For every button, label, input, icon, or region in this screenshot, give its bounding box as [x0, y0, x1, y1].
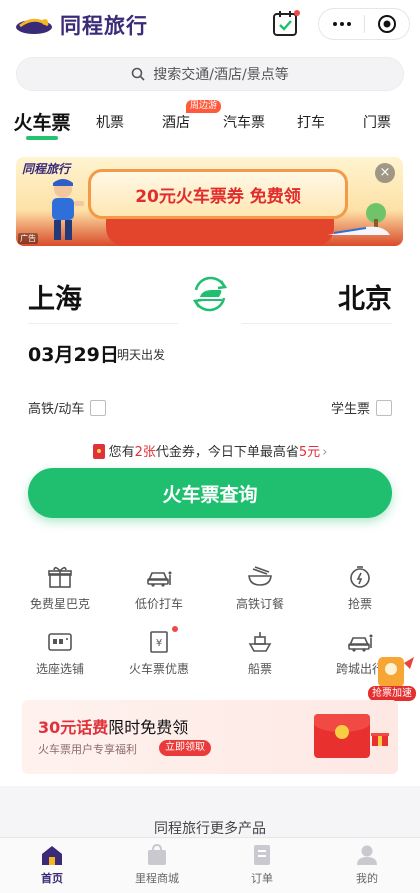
promo-subtitle: 火车票用户专享福利: [38, 743, 137, 756]
nav-label: 里程商城: [135, 872, 179, 885]
service-label: 低价打车: [134, 597, 183, 611]
nav-mileage-mall[interactable]: 里程商城: [117, 844, 197, 886]
option-highspeed[interactable]: 高铁/动车: [28, 398, 107, 417]
target-circle-icon[interactable]: [365, 9, 409, 39]
service-free-starbucks[interactable]: 免费星巴克: [15, 565, 105, 612]
order-list-icon: [254, 845, 270, 865]
more-dots-icon[interactable]: [319, 9, 364, 39]
service-label: 火车票优惠: [128, 662, 189, 676]
departure-date[interactable]: 03月29日: [28, 340, 119, 367]
search-icon: [131, 67, 145, 81]
nav-label: 订单: [251, 872, 273, 885]
chevron-right-icon: ›: [322, 445, 328, 460]
departure-date-note: 明天出发: [117, 348, 166, 362]
gift-box-icon: [48, 566, 72, 588]
departure-station[interactable]: 上海: [28, 277, 82, 316]
nav-orders[interactable]: 订单: [222, 844, 302, 886]
coupon-notice[interactable]: 您有2张代金券，今日下单最高省5元 ›: [0, 441, 420, 460]
option-student[interactable]: 学生票: [331, 398, 392, 417]
promo-title-highlight: 30元话费: [38, 718, 109, 737]
service-train-deals[interactable]: ¥ 火车票优惠: [114, 626, 204, 677]
tab-taxi[interactable]: 打车: [297, 112, 325, 132]
brand-name: 同程旅行: [60, 14, 148, 38]
grab-ticket-boost-label[interactable]: 抢票加速: [368, 686, 416, 701]
service-label: 免费星巴克: [29, 597, 90, 611]
coupon-prefix: 您有: [108, 445, 135, 460]
coupon-count: 2张: [134, 445, 156, 460]
gift-illustration-icon: [371, 733, 389, 746]
red-envelope-illustration: [314, 714, 370, 758]
tab-tickets[interactable]: 门票: [363, 112, 391, 132]
service-train-meal[interactable]: 高铁订餐: [215, 565, 305, 612]
banner-title: 20元火车票券 免费领: [135, 186, 301, 207]
promo-title-rest: 限时免费领: [108, 718, 189, 737]
nav-label: 我的: [356, 872, 378, 885]
brand-logo-mark: [16, 18, 52, 34]
promo-title: 30元话费限时免费领: [38, 714, 188, 738]
banner-mascot-illustration: [52, 179, 84, 240]
student-checkbox[interactable]: [376, 399, 392, 416]
home-icon: [42, 846, 62, 865]
arrival-station[interactable]: 北京: [338, 277, 392, 316]
more-products-title: 同程旅行更多产品: [154, 821, 266, 837]
banner-close-button[interactable]: ×: [375, 163, 395, 183]
bottom-navigation: 首页 里程商城 订单 我的: [0, 837, 420, 893]
svg-text:¥: ¥: [156, 638, 162, 649]
tab-hotel[interactable]: 酒店: [162, 112, 190, 132]
red-envelope-icon: [92, 444, 105, 459]
option-highspeed-label: 高铁/动车: [28, 402, 85, 417]
coupon-text: 代金券，今日下单最高省: [155, 445, 299, 460]
service-label: 高铁订餐: [235, 597, 284, 611]
stopwatch-icon: [350, 566, 370, 588]
service-grab-ticket[interactable]: 抢票: [315, 565, 405, 612]
highspeed-checkbox[interactable]: [90, 399, 107, 416]
nav-label: 首页: [41, 872, 63, 885]
calendar-check-icon[interactable]: [271, 9, 301, 39]
promo-claim-button[interactable]: 立即领取: [159, 740, 211, 756]
new-dot-badge: [172, 626, 178, 632]
coupon-ticket-icon: ¥: [150, 631, 168, 653]
active-tab-indicator: [26, 136, 58, 140]
arrival-underline: [242, 323, 392, 324]
nav-profile[interactable]: 我的: [327, 844, 407, 886]
phone-credit-promo[interactable]: 30元话费限时免费领 火车票用户专享福利 立即领取: [22, 700, 398, 774]
mini-program-capsule: [318, 8, 410, 40]
brand-logo: 同程旅行: [14, 10, 148, 40]
user-profile-icon: [357, 845, 377, 865]
option-student-label: 学生票: [330, 402, 370, 417]
train-search-button[interactable]: 火车票查询: [28, 468, 392, 518]
service-cheap-taxi[interactable]: 低价打车: [114, 565, 204, 612]
tab-train[interactable]: 火车票: [13, 108, 70, 135]
meal-bowl-icon: [248, 566, 272, 586]
tab-flight[interactable]: 机票: [96, 112, 124, 132]
taxi-icon: [147, 571, 172, 587]
service-label: 抢票: [347, 597, 372, 611]
ship-icon: [248, 632, 272, 652]
coupon-amount: 5元: [298, 445, 321, 460]
service-label: 船票: [247, 662, 272, 676]
swap-stations-icon[interactable]: [186, 270, 234, 318]
nav-home[interactable]: 首页: [12, 844, 92, 886]
tab-bus[interactable]: 汽车票: [223, 112, 265, 132]
search-placeholder: 搜索交通/酒店/景点等: [153, 67, 289, 83]
banner-train-illustration: [328, 203, 390, 235]
hotel-tab-badge: 周边游: [186, 100, 222, 113]
service-seat-selection[interactable]: 选座选铺: [15, 630, 105, 677]
search-bar[interactable]: 搜索交通/酒店/景点等: [16, 57, 404, 91]
service-ship-ticket[interactable]: 船票: [215, 630, 305, 677]
departure-underline: [28, 323, 178, 324]
seat-map-icon: [48, 633, 72, 651]
service-label: 选座选铺: [35, 662, 84, 676]
banner-coupon-card: 20元火车票券 免费领: [88, 169, 348, 219]
promo-banner[interactable]: 同程旅行 20元火车票券 免费领 × 广告: [16, 157, 403, 246]
banner-ad-tag: 广告: [18, 233, 38, 244]
shopping-bag-icon: [148, 844, 166, 865]
app-header: 同程旅行: [0, 0, 420, 50]
